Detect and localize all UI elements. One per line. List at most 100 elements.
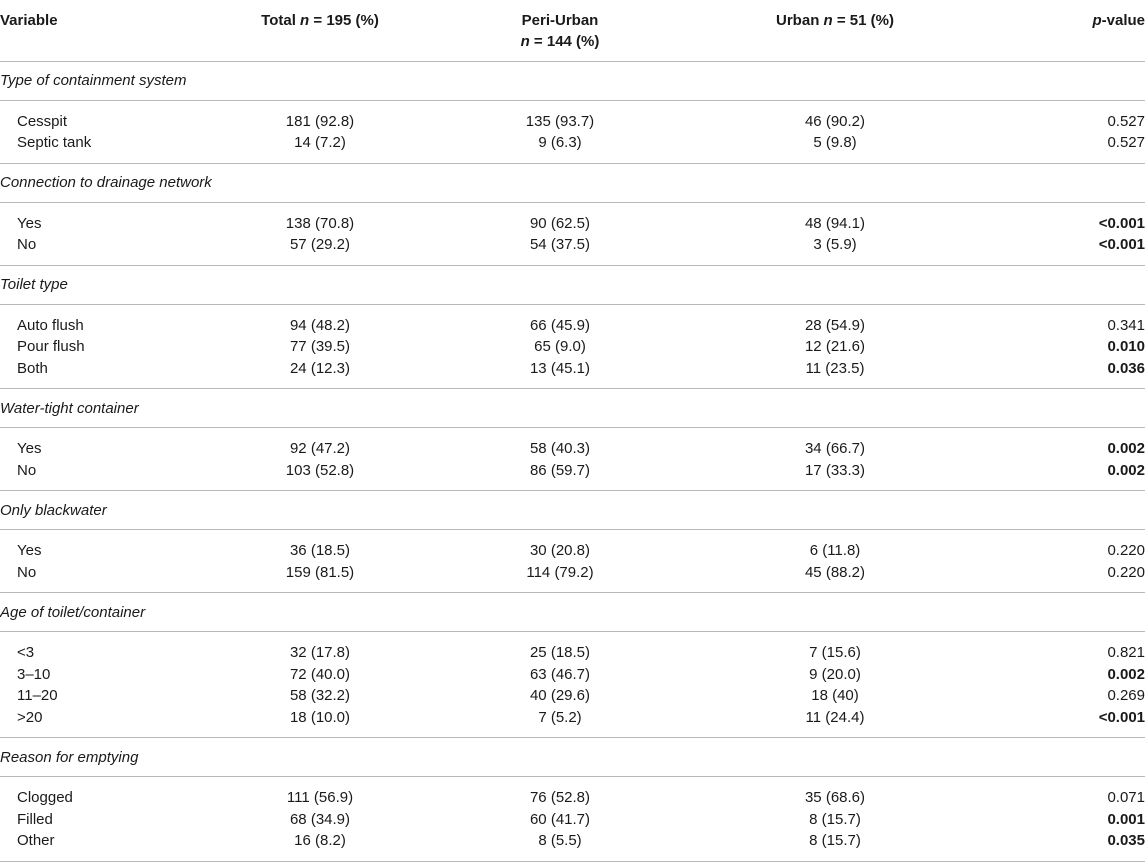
group-end-spacer [0,728,1145,738]
total-cell: 103 (52.8) [285,461,355,479]
row-label: Both [17,359,48,377]
p-value-cell: 0.821 [1107,644,1145,662]
peri-urban-cell: 90 (62.5) [529,214,591,232]
header-urban-prefix: Urban [776,12,820,29]
urban-cell: 3 (5.9) [813,236,857,254]
urban-cell: 11 (23.5) [805,359,865,377]
table-row: Yes 138 (70.8) 90 (62.5) 48 (94.1) <0.001 [0,213,1145,235]
group-header-row: Connection to drainage network [0,163,1145,203]
header-variable: Variable [0,0,200,62]
group-spacer [0,632,1145,643]
urban-cell: 28 (54.9) [804,316,866,334]
peri-urban-cell: 25 (18.5) [529,644,591,662]
table-row: Clogged 111 (56.9) 76 (52.8) 35 (68.6) 0.071 [0,787,1145,809]
urban-cell: 12 (21.6) [804,338,866,356]
peri-urban-cell: 54 (37.5) [529,236,591,254]
p-value-cell: 0.036 [1107,359,1145,377]
peri-urban-cell: 86 (59.7) [529,461,591,479]
header-total-suffix: = 195 (%) [309,12,379,29]
p-value-cell: 0.527 [1107,112,1145,130]
row-label: Other [17,832,55,850]
spacer-cell [0,304,1145,315]
p-value-cell: 0.002 [1107,440,1145,458]
peri-urban-cell: 13 (45.1) [529,359,591,377]
urban-cell: 35 (68.6) [804,789,866,807]
group-header-row: Age of toilet/container [0,592,1145,632]
group-title: Only blackwater [0,490,1145,530]
group-header-row: Reason for emptying [0,737,1145,777]
group-title: Water-tight container [0,388,1145,428]
row-label: No [17,236,37,254]
urban-cell: 6 (11.8) [809,542,861,560]
p-value-cell: 0.527 [1107,134,1145,152]
group-end-spacer [0,481,1145,491]
peri-urban-cell: 58 (40.3) [529,440,591,458]
total-cell: 18 (10.0) [289,708,351,726]
peri-urban-cell: 30 (20.8) [529,542,591,560]
header-peri-line1: Peri-Urban [521,12,599,29]
urban-cell: 8 (15.7) [809,810,861,828]
group-end-spacer [0,255,1145,266]
group-title: Toilet type [0,265,1145,305]
urban-cell: 8 (15.7) [809,832,861,850]
p-value-cell: <0.001 [1098,236,1145,254]
total-cell: 68 (34.9) [289,810,351,828]
header-p-italic: p [1092,12,1102,29]
results-table: Variable Total n = 195 (%) Peri-Urban n … [0,0,1145,862]
group-end-spacer [0,153,1145,164]
urban-cell: 34 (66.7) [804,440,866,458]
spacer-cell [0,153,1145,164]
row-label: No [17,461,37,479]
table-row: No 57 (29.2) 54 (37.5) 3 (5.9) <0.001 [0,234,1145,256]
spacer-cell [0,583,1145,593]
row-label: 11–20 [17,687,58,705]
total-cell: 16 (8.2) [294,832,346,850]
header-peri-urban: Peri-Urban n = 144 (%) [440,0,680,62]
group-spacer [0,202,1145,213]
total-cell: 58 (32.2) [289,687,351,705]
p-value-cell: 0.001 [1107,810,1145,828]
urban-cell: 18 (40) [811,687,859,705]
peri-urban-cell: 114 (79.2) [526,563,594,581]
row-label: Yes [17,542,42,560]
row-label: Pour flush [17,338,85,356]
header-variable-label: Variable [0,12,58,29]
spacer-cell [0,728,1145,738]
spacer-cell [0,255,1145,266]
p-value-cell: 0.010 [1107,338,1145,356]
peri-urban-cell: 7 (5.2) [538,708,582,726]
table-row: Septic tank 14 (7.2) 9 (6.3) 5 (9.8) 0.527 [0,132,1145,154]
p-value-cell: 0.220 [1107,542,1145,560]
spacer-cell [0,481,1145,491]
group-spacer [0,100,1145,111]
p-value-cell: 0.341 [1107,316,1145,334]
row-label: 3–10 [17,665,51,683]
p-value-cell: 0.071 [1107,789,1145,807]
table-row: Cesspit 181 (92.8) 135 (93.7) 46 (90.2) 0.52… [0,111,1145,133]
p-value-cell: 0.220 [1107,563,1145,581]
urban-cell: 45 (88.2) [804,563,866,581]
table-body: Type of containment system Cesspit 181 (92… [0,61,1145,862]
total-cell: 14 (7.2) [294,134,346,152]
urban-cell: 17 (33.3) [804,461,866,479]
peri-urban-cell: 8 (5.5) [538,832,582,850]
total-cell: 94 (48.2) [289,316,351,334]
header-total: Total n = 195 (%) [200,0,440,62]
header-p-value: p-value [990,0,1145,62]
group-spacer [0,304,1145,315]
peri-urban-cell: 60 (41.7) [529,810,591,828]
header-total-prefix: Total [261,12,296,29]
group-header-row: Only blackwater [0,490,1145,530]
spacer-cell [0,428,1145,439]
p-value-cell: 0.035 [1107,832,1145,850]
urban-cell: 11 (24.4) [805,708,865,726]
spacer-cell [0,530,1145,541]
group-spacer [0,530,1145,541]
row-label: No [17,563,37,581]
header-urban: Urban n = 51 (%) [680,0,990,62]
table-row: Both 24 (12.3) 13 (45.1) 11 (23.5) 0.036 [0,358,1145,380]
group-header-row: Type of containment system [0,61,1145,101]
total-cell: 159 (81.5) [285,563,355,581]
group-end-spacer [0,583,1145,593]
table-row: 11–20 58 (32.2) 40 (29.6) 18 (40) 0.269 [0,685,1145,707]
